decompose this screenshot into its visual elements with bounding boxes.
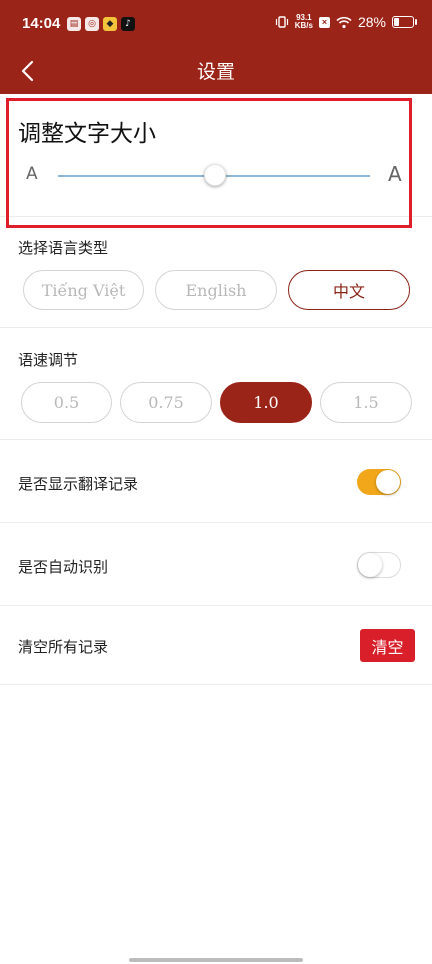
font-size-section: 调整文字大小 A A (0, 94, 432, 217)
net-speed: 93.1 KB/s (295, 14, 313, 30)
font-size-title: 调整文字大小 (18, 121, 156, 147)
divider (0, 439, 432, 440)
toggle-knob (376, 470, 400, 494)
font-size-large-label: A (388, 162, 402, 186)
speed-option-1-5[interactable]: 1.5 (320, 382, 412, 423)
app-header: 设置 (0, 48, 432, 94)
show-history-toggle[interactable] (357, 469, 401, 495)
speech-rate-label: 语速调节 (18, 351, 79, 369)
clear-button[interactable]: 清空 (360, 629, 415, 662)
language-option-english[interactable]: English (155, 270, 277, 310)
tiktok-icon: ♪ (121, 17, 135, 31)
speed-option-1-0[interactable]: 1.0 (220, 382, 312, 423)
calendar-icon: ▤ (67, 17, 81, 31)
divider (0, 684, 432, 685)
notification-icons: ▤ ◎ ◆ ♪ (67, 17, 135, 31)
app-icon: ◎ (85, 17, 99, 31)
yellow-app-icon: ◆ (103, 17, 117, 31)
status-time: 14:04 (22, 15, 61, 32)
status-right: 93.1 KB/s × 28% (275, 14, 417, 30)
font-size-small-label: A (26, 164, 38, 184)
battery-icon (392, 16, 417, 28)
language-option-vietnamese[interactable]: Tiếng Việt (23, 270, 144, 310)
status-bar: 14:04 ▤ ◎ ◆ ♪ 93.1 KB/s × 28% (0, 0, 432, 48)
speed-option-0-5[interactable]: 0.5 (21, 382, 112, 423)
language-option-chinese[interactable]: 中文 (288, 270, 410, 310)
divider (0, 605, 432, 606)
show-history-label: 是否显示翻译记录 (18, 475, 139, 493)
auto-detect-label: 是否自动识别 (18, 558, 109, 576)
clear-records-label: 清空所有记录 (18, 638, 109, 656)
vibrate-icon (275, 16, 288, 28)
wifi-icon (336, 16, 352, 28)
language-label: 选择语言类型 (18, 239, 109, 257)
toggle-knob (358, 553, 382, 577)
battery-percent: 28% (357, 14, 386, 30)
home-indicator[interactable] (129, 958, 303, 962)
page-title: 设置 (196, 61, 235, 83)
font-size-slider-thumb[interactable] (204, 164, 226, 186)
battery-level-fill (394, 18, 399, 26)
sim-status-icon: × (318, 16, 330, 28)
speed-option-0-75[interactable]: 0.75 (120, 382, 212, 423)
divider (0, 327, 432, 328)
net-speed-unit: KB/s (294, 21, 313, 30)
divider (0, 522, 432, 523)
auto-detect-toggle[interactable] (357, 552, 401, 578)
